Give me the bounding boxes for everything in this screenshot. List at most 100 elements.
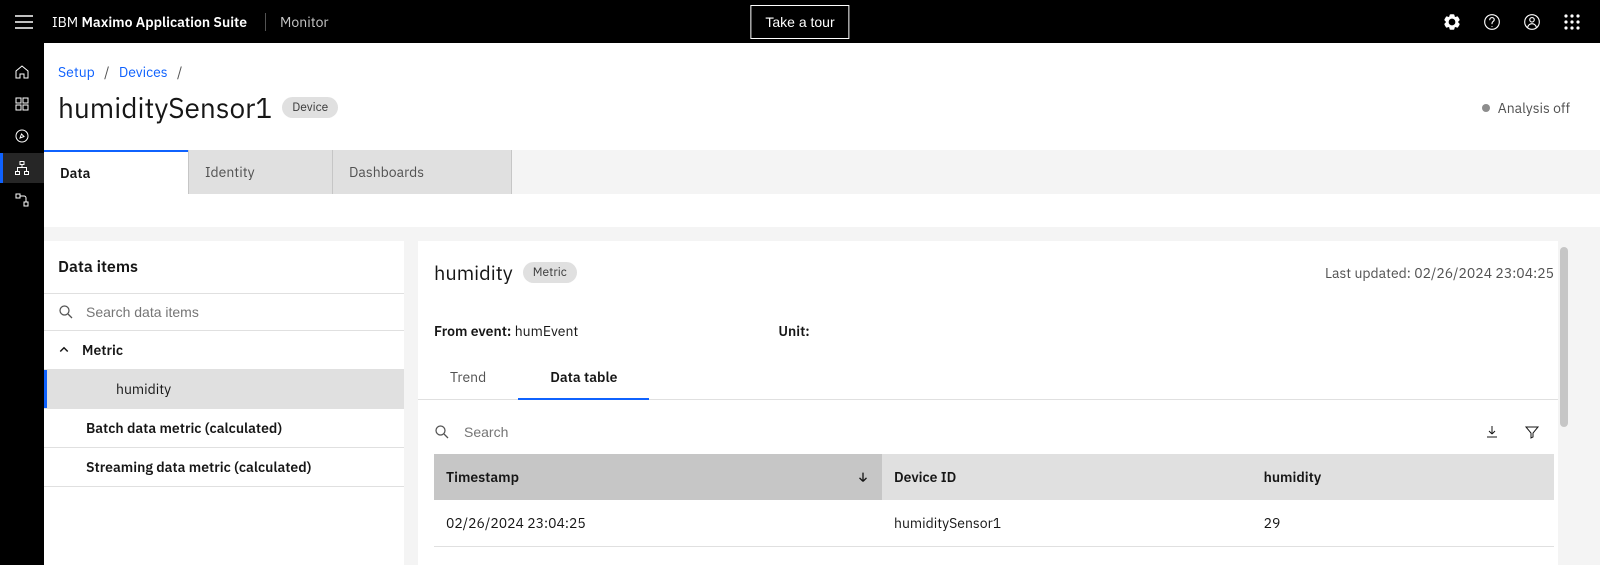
col-device-id-label: Device ID: [894, 468, 956, 486]
from-event-label: From event:: [434, 322, 511, 340]
app-switcher-button[interactable]: [1552, 0, 1592, 43]
rail-home[interactable]: [0, 57, 44, 87]
filter-icon: [1524, 424, 1540, 440]
user-icon: [1523, 13, 1541, 31]
tree-group-batch-label: Batch data metric (calculated): [86, 419, 282, 437]
last-updated: Last updated: 02/26/2024 23:04:25: [1325, 264, 1554, 282]
sort-desc-icon: [856, 470, 870, 484]
tree-group-metric-label: Metric: [82, 341, 123, 359]
hierarchy-icon: [14, 160, 30, 176]
rail-integrations[interactable]: [0, 185, 44, 215]
left-nav-rail: [0, 43, 44, 565]
breadcrumb-devices[interactable]: Devices: [119, 63, 168, 81]
cell-humidity: 29: [1252, 500, 1554, 547]
col-timestamp-label: Timestamp: [446, 468, 519, 486]
home-icon: [14, 64, 30, 80]
gear-icon: [1443, 13, 1461, 31]
data-items-title: Data items: [44, 241, 404, 293]
unit-label: Unit:: [778, 322, 809, 340]
table-toolbar: [418, 400, 1570, 454]
analysis-status: Analysis off: [1482, 99, 1570, 117]
tab-identity[interactable]: Identity: [188, 150, 332, 194]
status-dot-icon: [1482, 104, 1490, 112]
metric-meta: From event: humEvent Unit:: [418, 292, 1570, 350]
col-timestamp[interactable]: Timestamp: [434, 454, 882, 500]
breadcrumb-setup[interactable]: Setup: [58, 63, 95, 81]
app-name: Monitor: [280, 13, 329, 31]
search-icon: [434, 424, 450, 440]
tree-group-metric[interactable]: Metric: [44, 331, 404, 370]
tree-group-batch[interactable]: Batch data metric (calculated): [44, 409, 404, 448]
breadcrumb-sep: /: [171, 63, 188, 81]
rail-setup[interactable]: [0, 153, 44, 183]
col-device-id[interactable]: Device ID: [882, 454, 1252, 500]
metric-sub-tabs: Trend Data table: [418, 356, 1570, 400]
page-title: humiditySensor1: [58, 89, 272, 126]
sub-tab-trend[interactable]: Trend: [418, 356, 518, 399]
scrollbar[interactable]: [1558, 241, 1570, 565]
main-tabs: Data Identity Dashboards: [44, 150, 1600, 194]
help-icon: [1483, 13, 1501, 31]
table-toolbar-right: [1484, 424, 1540, 440]
col-humidity[interactable]: humidity: [1252, 454, 1554, 500]
content-row: Data items Metric humidity Batch data me…: [44, 227, 1600, 565]
take-tour-button[interactable]: Take a tour: [750, 5, 849, 39]
dashboard-icon: [14, 96, 30, 112]
table-header-row: Timestamp Device ID humidity: [434, 454, 1554, 500]
brand-prefix: IBM: [52, 13, 78, 31]
metric-detail-panel: humidity Metric Last updated: 02/26/2024…: [418, 241, 1570, 565]
data-items-search-input[interactable]: [86, 304, 390, 320]
tab-data[interactable]: Data: [44, 150, 188, 194]
tab-dashboards[interactable]: Dashboards: [332, 150, 512, 194]
data-items-search[interactable]: [44, 293, 404, 331]
brand: IBM Maximo Application Suite: [48, 13, 251, 31]
tree-group-streaming[interactable]: Streaming data metric (calculated): [44, 448, 404, 487]
analysis-status-label: Analysis off: [1498, 99, 1570, 117]
col-humidity-label: humidity: [1264, 468, 1322, 486]
help-button[interactable]: [1472, 0, 1512, 43]
metric-header: humidity Metric Last updated: 02/26/2024…: [418, 241, 1570, 292]
download-icon: [1484, 424, 1500, 440]
table-row[interactable]: 02/26/2024 23:04:25 humiditySensor1 29: [434, 500, 1554, 547]
sub-tab-data-table[interactable]: Data table: [518, 356, 649, 400]
integration-icon: [14, 192, 30, 208]
metric-title: humidity: [434, 259, 513, 286]
tree-item-humidity[interactable]: humidity: [44, 370, 404, 409]
hamburger-icon: [15, 15, 33, 29]
main-content: Setup / Devices / humiditySensor1 Device…: [44, 43, 1600, 565]
tree-item-humidity-label: humidity: [116, 380, 171, 398]
scrollbar-thumb[interactable]: [1560, 247, 1568, 427]
divider: [265, 13, 266, 31]
rail-dashboard[interactable]: [0, 89, 44, 119]
tabs-filler: [512, 150, 1600, 194]
table-search-input[interactable]: [464, 424, 1470, 440]
filter-button[interactable]: [1524, 424, 1540, 440]
download-button[interactable]: [1484, 424, 1500, 440]
breadcrumb: Setup / Devices /: [44, 43, 1600, 89]
cell-timestamp: 02/26/2024 23:04:25: [434, 500, 882, 547]
search-icon: [58, 304, 74, 320]
last-updated-value: 02/26/2024 23:04:25: [1414, 264, 1554, 282]
menu-toggle[interactable]: [0, 0, 48, 43]
header-actions: [1432, 0, 1600, 43]
app-switcher-icon: [1563, 13, 1581, 31]
compass-icon: [14, 128, 30, 144]
top-header: IBM Maximo Application Suite Monitor Tak…: [0, 0, 1600, 43]
from-event-value: humEvent: [515, 322, 579, 340]
cell-device-id: humiditySensor1: [882, 500, 1252, 547]
data-table: Timestamp Device ID humidity: [434, 454, 1554, 547]
user-button[interactable]: [1512, 0, 1552, 43]
device-chip: Device: [282, 97, 338, 118]
breadcrumb-sep: /: [98, 63, 115, 81]
tree-group-streaming-label: Streaming data metric (calculated): [86, 458, 311, 476]
settings-button[interactable]: [1432, 0, 1472, 43]
from-event: From event: humEvent: [434, 322, 578, 340]
metric-chip: Metric: [523, 262, 577, 283]
unit: Unit:: [778, 322, 809, 340]
last-updated-label: Last updated:: [1325, 264, 1411, 282]
brand-suffix: Maximo Application Suite: [81, 13, 247, 31]
rail-explore[interactable]: [0, 121, 44, 151]
data-items-panel: Data items Metric humidity Batch data me…: [44, 241, 404, 565]
page-title-row: humiditySensor1 Device Analysis off: [44, 89, 1600, 126]
chevron-up-icon: [58, 344, 70, 356]
